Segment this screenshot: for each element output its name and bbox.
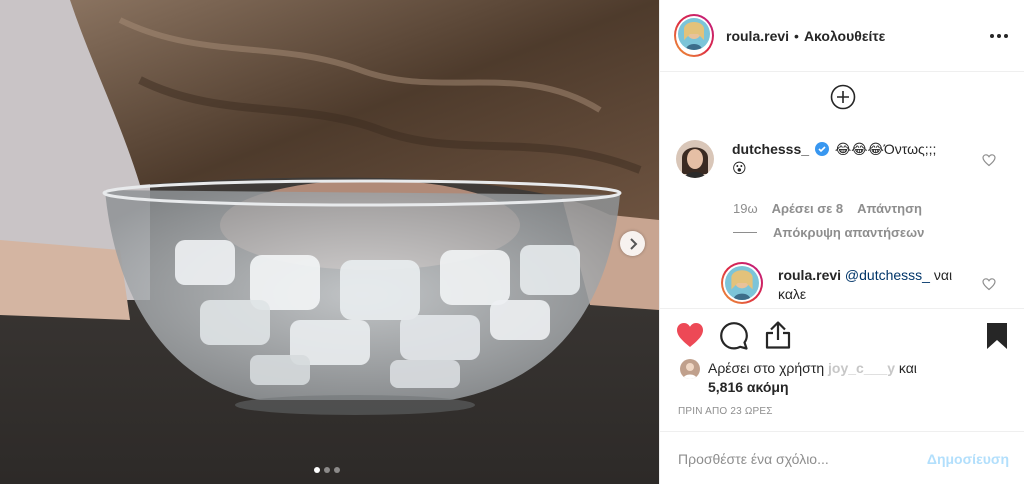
author-username[interactable]: roula.revi — [726, 28, 789, 44]
post-header: roula.revi • Ακολουθείτε — [660, 0, 1024, 72]
post-side-panel: roula.revi • Ακολουθείτε dutchesss_ 😂😂😂Ό… — [659, 0, 1024, 484]
more-icon — [990, 34, 1008, 38]
reply-text-line2: καλε — [778, 286, 807, 302]
reply-button[interactable]: Απάντηση — [857, 201, 922, 216]
carousel-dot — [334, 467, 340, 473]
comment-likes[interactable]: Αρέσει σε 8 — [772, 201, 844, 216]
comment-input[interactable] — [678, 450, 927, 467]
photo-image — [0, 0, 659, 484]
reply-text: ναι — [933, 267, 953, 283]
bookmark-icon[interactable] — [986, 322, 1008, 350]
carousel-dot — [324, 467, 330, 473]
reply-username[interactable]: roula.revi — [778, 267, 841, 283]
hide-replies-button[interactable]: Απόκρυψη απαντήσεων — [733, 225, 924, 240]
comment-time[interactable]: 19ω — [733, 201, 758, 216]
divider-line — [733, 232, 757, 233]
likes-prefix: Αρέσει στο χρήστη — [708, 360, 825, 376]
reply-like-icon[interactable] — [982, 277, 996, 291]
chevron-right-icon — [629, 237, 637, 250]
avatar-image — [678, 18, 710, 50]
reply-avatar[interactable] — [721, 262, 763, 304]
next-photo-button[interactable] — [620, 231, 645, 256]
add-comment-form: Δημοσίευση — [660, 431, 1024, 484]
hide-replies-label: Απόκρυψη απαντήσεων — [773, 225, 925, 240]
likes-and: και — [898, 360, 917, 376]
comment-like-icon[interactable] — [982, 153, 996, 167]
comment-item: dutchesss_ 😂😂😂Όντως;;; 😮 — [676, 140, 962, 178]
liker-username[interactable]: joy_c___y — [828, 360, 895, 376]
carousel-dot — [314, 467, 320, 473]
comment-text: 😂😂😂Όντως;;; — [834, 141, 937, 157]
comment-text-line2: 😮 — [732, 160, 747, 176]
commenter-avatar[interactable] — [676, 140, 714, 178]
heart-icon[interactable] — [676, 322, 704, 348]
likes-summary: Αρέσει στο χρήστη joy_c___y και 5,816 ακ… — [680, 359, 917, 397]
carousel-indicator — [314, 467, 340, 473]
share-icon[interactable] — [765, 321, 791, 349]
likes-count[interactable]: 5,816 ακόμη — [708, 379, 789, 395]
author-avatar[interactable] — [674, 14, 714, 57]
verified-icon — [814, 142, 829, 156]
avatar-image — [725, 266, 759, 300]
following-button[interactable]: Ακολουθείτε — [804, 28, 885, 44]
post-comment-button[interactable]: Δημοσίευση — [927, 451, 1009, 467]
post-actions-section: Αρέσει στο χρήστη joy_c___y και 5,816 ακ… — [660, 308, 1024, 484]
more-options-button[interactable] — [987, 26, 1011, 46]
post-photo[interactable] — [0, 0, 659, 484]
post-timestamp[interactable]: ΠΡΙΝ ΑΠΟ 23 ΩΡΕΣ — [678, 406, 773, 417]
comment-username[interactable]: dutchesss_ — [732, 141, 809, 157]
reply-item: roula.revi @dutchesss_ ναι καλε — [721, 262, 968, 304]
comment-icon[interactable] — [720, 322, 748, 350]
header-separator: • — [794, 27, 799, 44]
reply-mention[interactable]: @dutchesss_ — [845, 267, 930, 283]
comment-meta: 19ω Αρέσει σε 8 Απάντηση — [733, 201, 922, 216]
load-more-comments-button[interactable] — [829, 83, 857, 111]
liker-avatar[interactable] — [680, 359, 700, 379]
